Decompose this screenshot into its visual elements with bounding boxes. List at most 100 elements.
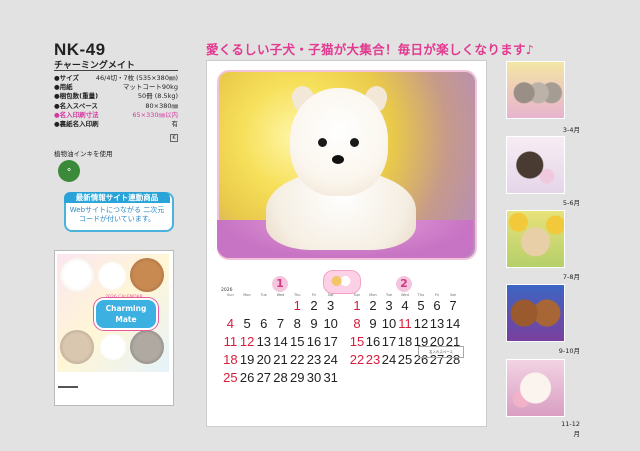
spec-back-print: ●裏紙名入印刷有	[54, 120, 178, 129]
calendar-day: 24	[323, 352, 338, 367]
calendar-day: 28	[273, 370, 288, 385]
calendar-day: 23	[306, 352, 322, 367]
month-thumb-11-12	[506, 359, 565, 417]
calendar-day: 26	[239, 370, 255, 385]
calendar-week: 4 5 6 7 8 9 10	[222, 315, 339, 333]
calendar-day: 10	[323, 316, 338, 331]
calendar-day: 7	[449, 298, 457, 313]
calendar-day: 12	[239, 334, 255, 349]
calendar-day: 18	[397, 334, 413, 349]
calendar-day: 29	[290, 370, 305, 385]
calendar-day: 24	[381, 352, 397, 367]
calendar-day	[272, 297, 289, 315]
calendar-day: 4	[226, 316, 234, 331]
product-code: NK-49	[54, 40, 106, 59]
puppy-photo	[290, 88, 388, 196]
cover-logo: Charming Mate	[94, 298, 158, 330]
info-badge-title: 最新情報サイト連動商品	[64, 192, 170, 203]
calendar-day: 9	[310, 316, 318, 331]
calendar-day: 17	[323, 334, 338, 349]
calendar-day: 21	[273, 352, 288, 367]
name-print-space: 名入れスペース	[418, 346, 464, 358]
calendar-day: 1	[353, 298, 361, 313]
pets-icon	[330, 274, 352, 288]
calendar-day: 7	[276, 316, 285, 331]
calendar-day: 4	[401, 298, 409, 313]
month-badge-feb: 2	[396, 276, 412, 292]
puppy-nose	[332, 155, 344, 164]
calendar-day: 2	[310, 298, 318, 313]
month-label: 11-12月	[561, 420, 580, 438]
calendar-day: 13	[256, 334, 272, 349]
calendar-day: 22	[290, 352, 305, 367]
cover-pet-photo	[130, 258, 164, 292]
spec-list: ●サイズ 46/4切・7枚 (535×380㎜) ●用紙 マットコート90kg ●梱…	[54, 74, 178, 129]
divider	[54, 70, 178, 71]
spec-package: ●梱包数(重量) 50冊 (8.5kg)	[54, 92, 178, 101]
puppy-eye	[318, 138, 327, 147]
calendar-day: 16	[306, 334, 322, 349]
calendar-day: 20	[256, 352, 272, 367]
calendar-week: 25 26 27 28 29 30 31	[222, 369, 339, 387]
calendar-day: 8	[353, 316, 361, 331]
calendar-day: 18	[223, 352, 238, 367]
calendar-day: 17	[381, 334, 397, 349]
calendar-day: 9	[369, 316, 377, 331]
calendar-week: 123	[222, 297, 339, 315]
cover-pet-photo	[130, 330, 164, 364]
calendar-day: 15	[290, 334, 305, 349]
month-thumb-7-8	[506, 210, 565, 268]
calendar-day: 16	[365, 334, 381, 349]
calendar-week: 18 19 20 21 22 23 24	[222, 351, 339, 369]
calendar-day: 11	[398, 316, 412, 331]
calendar-day: 5	[243, 316, 251, 331]
spec-name-space: ●名入スペース 80×380㎜	[54, 101, 178, 110]
calendar-day: 31	[323, 370, 338, 385]
month-label: 9-10月	[558, 347, 580, 355]
info-badge-text: Webサイトにつながる 二次元コードが付いています。	[69, 206, 165, 223]
calendar-week: 11 12 13 14 15 16 17	[222, 333, 339, 351]
calendar-day: 3	[385, 298, 393, 313]
cover-logo-line1: Charming	[105, 304, 147, 313]
calendar-day: 19	[239, 352, 255, 367]
calendar-day: 22	[349, 352, 365, 367]
spec-size: ●サイズ 46/4切・7枚 (535×380㎜)	[54, 74, 178, 82]
calendar-day: 15	[349, 334, 365, 349]
month-thumb-9-10	[506, 284, 565, 342]
cover-pet-photo	[98, 262, 126, 290]
month-label: 3-4月	[562, 126, 580, 134]
calendar-day: 27	[256, 370, 272, 385]
month-badge-jan: 1	[272, 276, 288, 292]
month-label: 7-8月	[562, 273, 580, 281]
calendar-day: 5	[417, 298, 425, 313]
spec-print-size: ●名入印刷寸法 65×330㎜以内	[54, 110, 178, 119]
grade-mark-icon: K	[170, 134, 178, 142]
calendar-day	[239, 297, 256, 315]
calendar-day	[255, 297, 272, 315]
cover-pet-photo	[60, 330, 94, 364]
calendar-week: 1234567	[349, 297, 461, 315]
calendar-day: 14	[445, 316, 461, 331]
cover-pet-photo	[60, 258, 94, 292]
calendar-day: 12	[413, 316, 429, 331]
calendar-day: 11	[223, 334, 238, 349]
cover-footer-line	[58, 386, 78, 388]
calendar-day: 14	[273, 334, 288, 349]
calendar-day: 10	[381, 316, 397, 331]
calendar-day: 1	[293, 298, 301, 313]
calendar-day: 6	[433, 298, 441, 313]
calendar-day: 25	[397, 352, 413, 367]
cover-logo-line2: Mate	[115, 315, 137, 324]
cover-footer	[57, 378, 169, 400]
calendar-day: 13	[429, 316, 445, 331]
eco-leaf-icon: ♻	[58, 160, 80, 182]
calendar-day: 23	[365, 352, 381, 367]
calendar-week: 8 9 10 11 12 13 14	[349, 315, 461, 333]
calendar-day: 30	[306, 370, 322, 385]
calendar-day: 25	[223, 370, 238, 385]
ink-note: 植物油インキを使用	[54, 150, 113, 158]
cover-pet-photo	[100, 334, 126, 360]
calendar-day: 2	[369, 298, 377, 313]
calendar-day	[222, 297, 239, 315]
month-label: 5-6月	[562, 199, 580, 207]
